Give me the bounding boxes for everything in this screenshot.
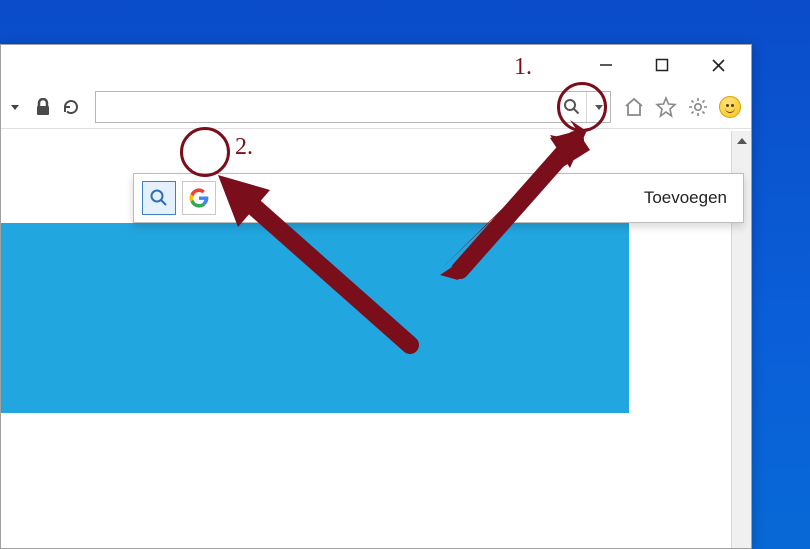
titlebar <box>1 45 751 85</box>
minimize-icon <box>599 58 613 72</box>
search-icon <box>149 188 169 208</box>
maximize-button[interactable] <box>639 51 685 79</box>
home-button[interactable] <box>621 94 647 120</box>
scroll-up-icon <box>736 135 748 147</box>
google-logo-icon <box>189 188 209 208</box>
search-engine-google[interactable] <box>182 181 216 215</box>
gear-icon <box>687 96 709 118</box>
search-input[interactable] <box>96 92 556 122</box>
favorites-button[interactable] <box>653 94 679 120</box>
refresh-icon <box>62 98 80 116</box>
address-controls <box>3 92 91 122</box>
lock-icon <box>35 98 51 116</box>
scroll-up-button[interactable] <box>732 131 751 151</box>
caret-down-icon <box>594 102 604 112</box>
search-engine-dropdown-panel: Toevoegen <box>133 173 744 223</box>
home-icon <box>623 96 645 118</box>
settings-button[interactable] <box>685 94 711 120</box>
refresh-button[interactable] <box>59 92 83 122</box>
search-engine-default[interactable] <box>142 181 176 215</box>
search-engine-list <box>142 181 216 215</box>
toolbar-right-icons <box>615 94 743 120</box>
search-engine-dropdown-button[interactable] <box>586 92 610 122</box>
minimize-button[interactable] <box>583 51 629 79</box>
star-icon <box>655 96 677 118</box>
search-submit-button[interactable] <box>556 92 586 122</box>
desktop-background: Toevoegen 1. 2. <box>0 0 810 549</box>
close-button[interactable] <box>695 51 741 79</box>
add-search-engine-link[interactable]: Toevoegen <box>638 184 733 212</box>
lock-button[interactable] <box>31 92 55 122</box>
toolbar <box>1 85 751 129</box>
search-icon <box>563 98 580 115</box>
search-right-controls <box>556 92 610 122</box>
search-field[interactable] <box>95 91 611 123</box>
caret-down-icon <box>10 102 20 112</box>
maximize-icon <box>655 58 669 72</box>
smiley-icon <box>719 96 741 118</box>
browser-window: Toevoegen <box>0 44 752 549</box>
page-hero-block <box>1 223 629 413</box>
feedback-button[interactable] <box>717 94 743 120</box>
site-dropdown-button[interactable] <box>3 92 27 122</box>
close-icon <box>711 58 726 73</box>
